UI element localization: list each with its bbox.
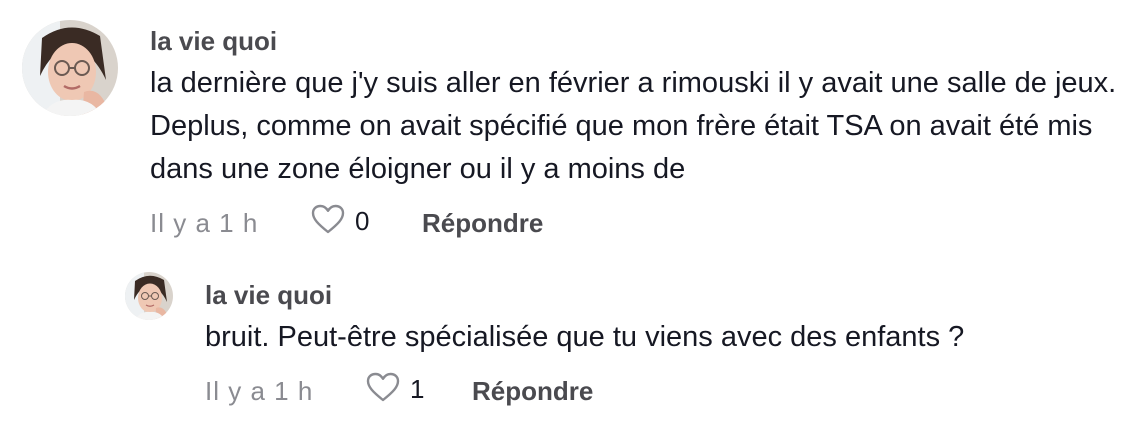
comment-actions: Il y a 1 h 0 Répondre — [150, 203, 750, 239]
avatar-photo-icon — [125, 272, 173, 320]
reply-button[interactable]: Répondre — [422, 208, 543, 239]
reply-button[interactable]: Répondre — [472, 376, 593, 407]
like-count: 1 — [410, 374, 425, 404]
user-avatar[interactable] — [22, 20, 118, 116]
comment-timestamp: Il y a 1 h — [150, 208, 259, 238]
reply-actions: Il y a 1 h 1 Répondre — [205, 371, 805, 407]
reply-timestamp: Il y a 1 h — [205, 376, 314, 406]
heart-icon[interactable] — [310, 203, 346, 235]
avatar-photo-icon — [22, 20, 118, 116]
reply-item: la vie quoi bruit. Peut-être spécialisée… — [0, 250, 1136, 446]
reply-text: bruit. Peut-être spécialisée que tu vien… — [205, 321, 965, 353]
like-count: 0 — [355, 206, 370, 236]
comment-username[interactable]: la vie quoi — [150, 26, 277, 57]
reply-username[interactable]: la vie quoi — [205, 280, 332, 311]
user-avatar[interactable] — [125, 272, 173, 320]
comment-item: la vie quoi la dernière que j'y suis all… — [0, 0, 1136, 250]
comment-text: la dernière que j'y suis aller en févrie… — [150, 67, 1117, 185]
heart-icon[interactable] — [365, 371, 401, 403]
